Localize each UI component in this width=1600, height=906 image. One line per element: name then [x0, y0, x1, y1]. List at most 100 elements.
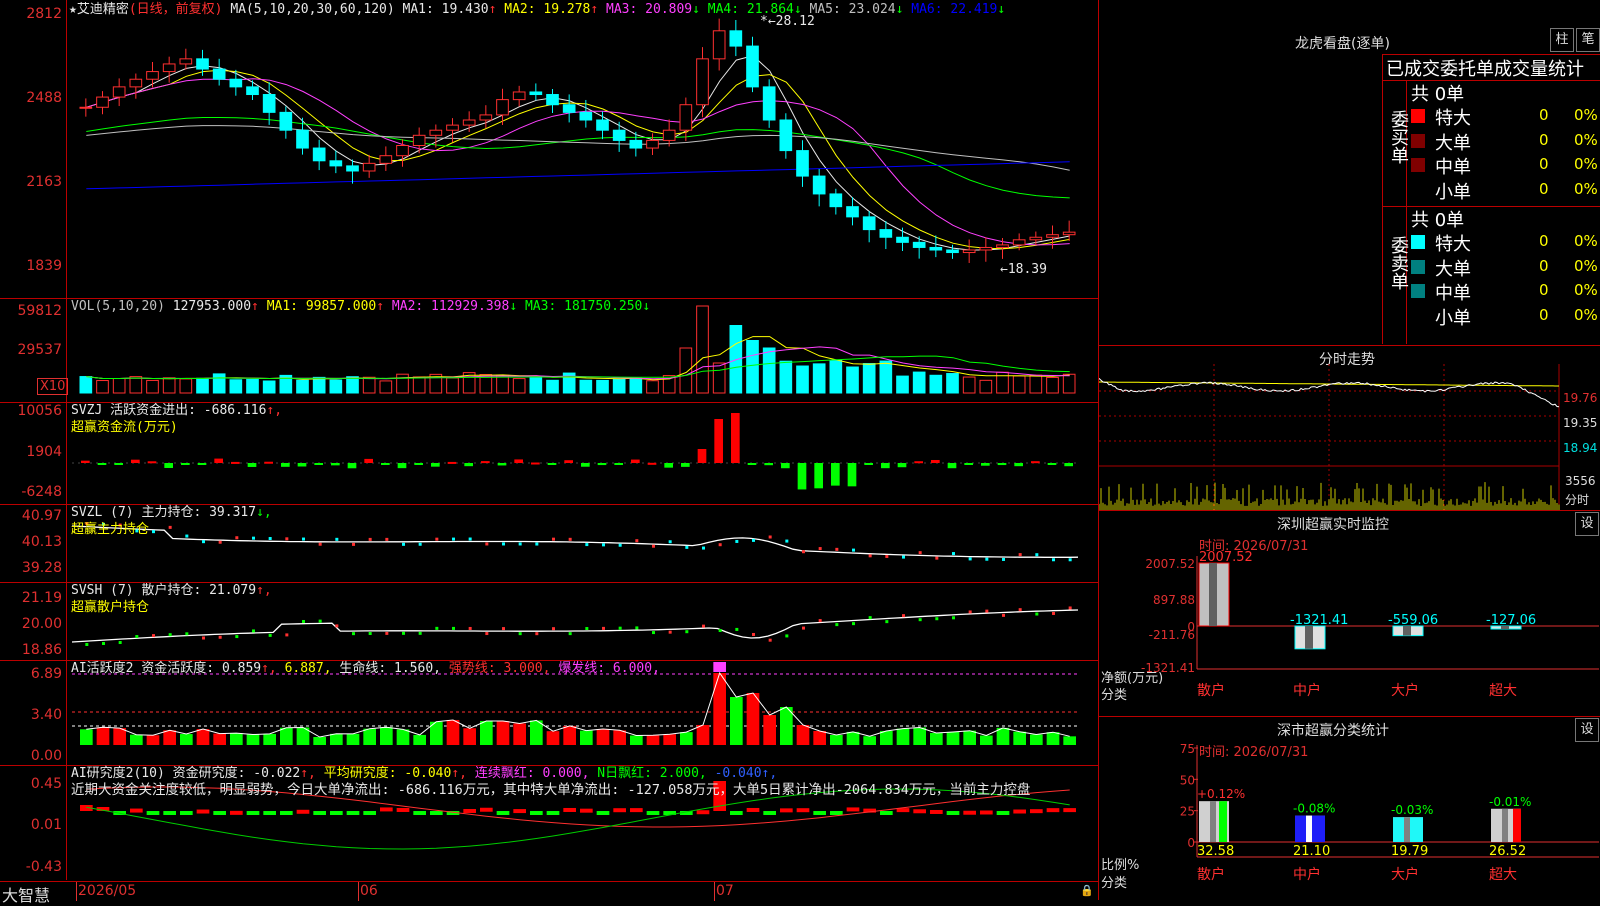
volume-bar	[1046, 376, 1059, 394]
activity-bar	[263, 733, 276, 745]
row-percent: 0%	[1574, 305, 1598, 324]
candle-body	[462, 119, 476, 126]
activity-bar	[746, 693, 760, 745]
research-bar	[296, 809, 310, 814]
row-count: 0	[1539, 106, 1549, 124]
svsh-header: SVSH (7) 散户持仓: 21.079↑, 超赢散户持仓	[71, 582, 272, 616]
ai-active-header: AI活跃度2 资金活跃度: 0.859↑, 6.887, 生命线: 1.560,…	[71, 661, 660, 676]
intraday-chart[interactable]	[1099, 346, 1600, 511]
holding-dot	[252, 629, 255, 633]
research-bar	[380, 807, 393, 812]
holding-dot	[868, 554, 872, 558]
tab-volume-stats[interactable]: 成交量统计	[1494, 55, 1584, 81]
volume-bar	[162, 377, 176, 394]
activity-bar	[163, 730, 176, 745]
volume-panel[interactable]: 59812 29537 X10 VOL(5,10,20) 127953.000↑…	[0, 298, 1098, 403]
class-ytick: 0	[1187, 836, 1195, 850]
research-bar	[163, 811, 176, 815]
volume-bar	[346, 376, 359, 394]
holding-dot	[85, 643, 89, 646]
monitor-bar-shade	[1305, 626, 1313, 649]
ai-research-streak: 连续飘红: 0.000,	[474, 766, 590, 781]
research-bar	[496, 811, 510, 815]
tab-orders[interactable]: 委托单	[1440, 55, 1494, 81]
monitor-value-label: 2007.52	[1199, 550, 1253, 565]
flow-bar	[997, 463, 1007, 466]
monitor-value-label: -1321.41	[1290, 613, 1348, 628]
ai-active-panel[interactable]: 6.89 3.40 0.00 AI活跃度2 资金活跃度: 0.859↑, 6.8…	[0, 660, 1098, 766]
flow-bar	[547, 463, 557, 465]
volume-bar	[696, 305, 709, 394]
candle-body	[396, 144, 409, 157]
stock-name[interactable]: 艾迪精密	[77, 2, 129, 17]
candle-body	[446, 124, 459, 131]
tab-filled[interactable]: 已成交	[1386, 55, 1440, 81]
activity-bar	[530, 720, 543, 745]
activity-bar	[130, 734, 143, 745]
class-ytick: 25	[1180, 805, 1195, 819]
flow-bar	[881, 463, 890, 469]
holding-dot	[402, 542, 405, 546]
row-count: 0	[1539, 256, 1549, 275]
holding-dot	[952, 552, 955, 556]
flow-bar	[731, 413, 740, 463]
research-bar	[996, 811, 1010, 815]
activity-bar	[480, 720, 493, 745]
svsh-panel[interactable]: 21.19 20.00 18.86 SVSH (7) 散户持仓: 21.079↑…	[0, 582, 1098, 661]
flow-bar	[681, 463, 690, 467]
flow-bar	[531, 462, 540, 465]
row-color-swatch	[1411, 259, 1425, 274]
candle-body	[796, 150, 809, 177]
holding-dot	[468, 537, 472, 541]
ma-item: MA3: 20.809	[598, 2, 693, 17]
flow-bar	[964, 463, 973, 465]
intraday-tick: 19.35	[1563, 416, 1598, 430]
volume-bar	[862, 363, 876, 394]
sz-monitor-panel[interactable]: 深圳超赢实时监控 设 时间: 2026/07/31 2007.52 897.88 0…	[1099, 510, 1600, 717]
column-view-button[interactable]: 柱	[1550, 28, 1574, 52]
flow-bar	[347, 463, 357, 469]
svzl-panel[interactable]: 40.97 40.13 39.28 SVZL (7) 主力持仓: 39.317↓…	[0, 504, 1098, 583]
activity-bar	[246, 734, 260, 745]
holding-dot	[1035, 553, 1039, 557]
candle-body	[846, 206, 859, 218]
holding-dot	[735, 539, 739, 543]
holding-dot	[218, 540, 222, 544]
sz-monitor-chart[interactable]: 2007.52897.880-211.76-1321.412007.52散户-1…	[1099, 511, 1600, 717]
sz-class-xlabel: 分类	[1101, 876, 1128, 891]
star-icon[interactable]: ★	[69, 2, 77, 17]
row-percent: 0%	[1574, 179, 1598, 198]
holding-dot	[485, 632, 489, 636]
holding-dot	[218, 635, 222, 639]
flow-bar	[947, 463, 957, 469]
main-header: ★艾迪精密(日线，前复权) MA(5,10,20,30,60,120) MA1:…	[69, 1, 1005, 18]
svzj-panel[interactable]: 10056 1904 -6248 SVZJ 活跃资金进出: -686.116↑,…	[0, 402, 1098, 505]
candle-body	[1062, 231, 1076, 236]
candle-chart[interactable]	[0, 0, 1098, 298]
row-color-swatch	[1411, 284, 1425, 298]
tick-view-button[interactable]: 笔	[1576, 28, 1600, 52]
candlestick-panel[interactable]: 2812 2488 2163 1839 ★艾迪精密(日线，前复权) MA(5,1…	[0, 0, 1098, 299]
holding-dot	[535, 632, 539, 636]
activity-bar	[230, 733, 243, 745]
intraday-panel[interactable]: 分时走势 19.76 19.35 18.94 3556 分时	[1099, 345, 1600, 511]
candle-body	[1012, 239, 1026, 246]
holding-dot	[268, 633, 272, 637]
candle-body	[579, 111, 593, 121]
candle-body	[896, 236, 909, 243]
lock-icon[interactable]: 🔒	[1080, 884, 1094, 897]
volume-bar	[746, 340, 759, 394]
flow-bar	[381, 463, 390, 465]
flow-bar	[131, 459, 140, 463]
volume-bar	[596, 379, 609, 394]
ai-research-nred: N日飘红: 2.000,	[597, 766, 707, 781]
holding-dot	[918, 551, 922, 555]
vol-ma-item: MA2: 112929.398	[384, 299, 510, 314]
volume-bar	[779, 360, 793, 394]
buy-total: 共 0单	[1411, 84, 1465, 105]
ai-research-panel[interactable]: 0.45 0.01 -0.43 AI研究度2(10) 资金研究度: -0.022…	[0, 765, 1098, 881]
sz-class-panel[interactable]: 深市超赢分类统计 设 时间: 2026/07/31 75 50 25 0 +0.12% 3…	[1099, 716, 1600, 901]
sz-class-chart[interactable]: 75 50 25 0 +0.12% 32.58 散户 -0.08% 21.10 中户 -0.03% 1…	[1099, 717, 1600, 901]
flow-bar	[897, 463, 907, 468]
candle-body	[179, 58, 193, 65]
